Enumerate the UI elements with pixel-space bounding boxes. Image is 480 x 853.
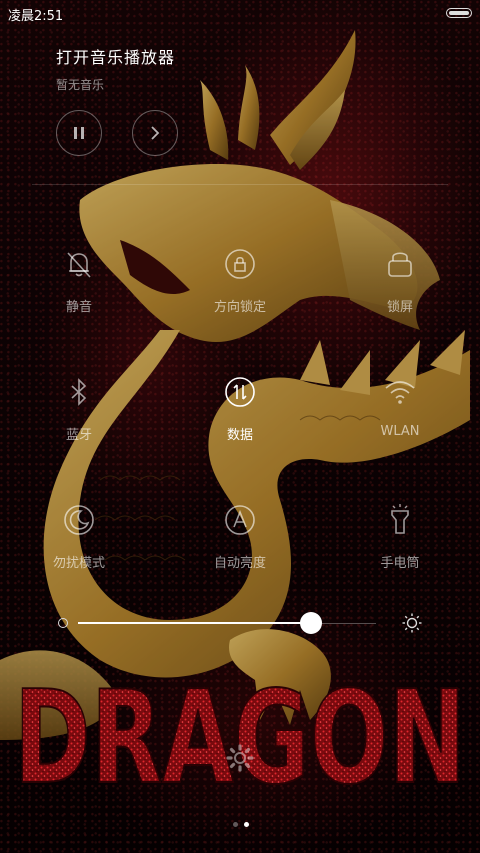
brightness-high-icon <box>402 613 422 633</box>
toggle-label: 数据 <box>226 428 253 443</box>
status-time: 凌晨2:51 <box>8 9 64 24</box>
auto-brightness-icon <box>220 500 260 540</box>
toggle-label: 蓝牙 <box>65 428 92 443</box>
toggle-do-not-disturb[interactable]: 勿扰模式 <box>24 500 134 571</box>
wallpaper-title: DRAGON <box>13 664 467 794</box>
wifi-icon <box>380 372 420 412</box>
toggle-rotation-lock[interactable]: 方向锁定 <box>185 244 295 315</box>
mute-bell-icon <box>59 244 99 284</box>
wallpaper-title-text: DRAGON <box>14 664 466 794</box>
brightness-slider[interactable] <box>56 608 426 638</box>
toggle-label: WLAN <box>380 424 420 439</box>
toggle-bluetooth[interactable]: 蓝牙 <box>24 372 134 443</box>
next-icon <box>151 126 160 140</box>
section-divider <box>32 184 448 185</box>
music-subtitle: 暂无音乐 <box>56 78 105 92</box>
page-indicator <box>230 812 252 831</box>
toggle-lock-screen[interactable]: 锁屏 <box>345 244 455 315</box>
next-track-button[interactable] <box>132 110 178 156</box>
music-widget[interactable]: 打开音乐播放器 暂无音乐 <box>56 44 175 93</box>
toggle-label: 静音 <box>65 300 92 315</box>
slider-thumb[interactable] <box>300 612 322 634</box>
status-bar: 凌晨2:51 <box>0 0 480 26</box>
page-dot <box>233 822 238 827</box>
toggle-auto-brightness[interactable]: 自动亮度 <box>185 500 295 571</box>
toggle-label: 锁屏 <box>386 300 413 315</box>
pause-icon <box>74 127 84 139</box>
slider-track-filled <box>78 622 310 624</box>
toggle-flashlight[interactable]: 手电筒 <box>345 500 455 571</box>
toggle-label: 手电筒 <box>380 556 420 571</box>
toggle-label: 勿扰模式 <box>52 556 105 571</box>
brightness-low-icon <box>58 618 68 628</box>
toggle-wlan[interactable]: WLAN <box>345 372 455 439</box>
flashlight-icon <box>380 500 420 540</box>
toggle-label: 方向锁定 <box>213 300 266 315</box>
mobile-data-icon <box>220 372 260 412</box>
toggle-mobile-data[interactable]: 数据 <box>185 372 295 443</box>
pause-button[interactable] <box>56 110 102 156</box>
music-title[interactable]: 打开音乐播放器 <box>56 44 175 68</box>
moon-icon <box>59 500 99 540</box>
gear-icon[interactable] <box>226 744 254 772</box>
toggle-label: 自动亮度 <box>213 556 266 571</box>
rotation-lock-icon <box>220 244 260 284</box>
toggle-mute[interactable]: 静音 <box>24 244 134 315</box>
bluetooth-icon <box>59 372 99 412</box>
lock-screen-icon <box>380 244 420 284</box>
battery-icon <box>446 8 472 18</box>
page-dot-active <box>244 822 249 827</box>
